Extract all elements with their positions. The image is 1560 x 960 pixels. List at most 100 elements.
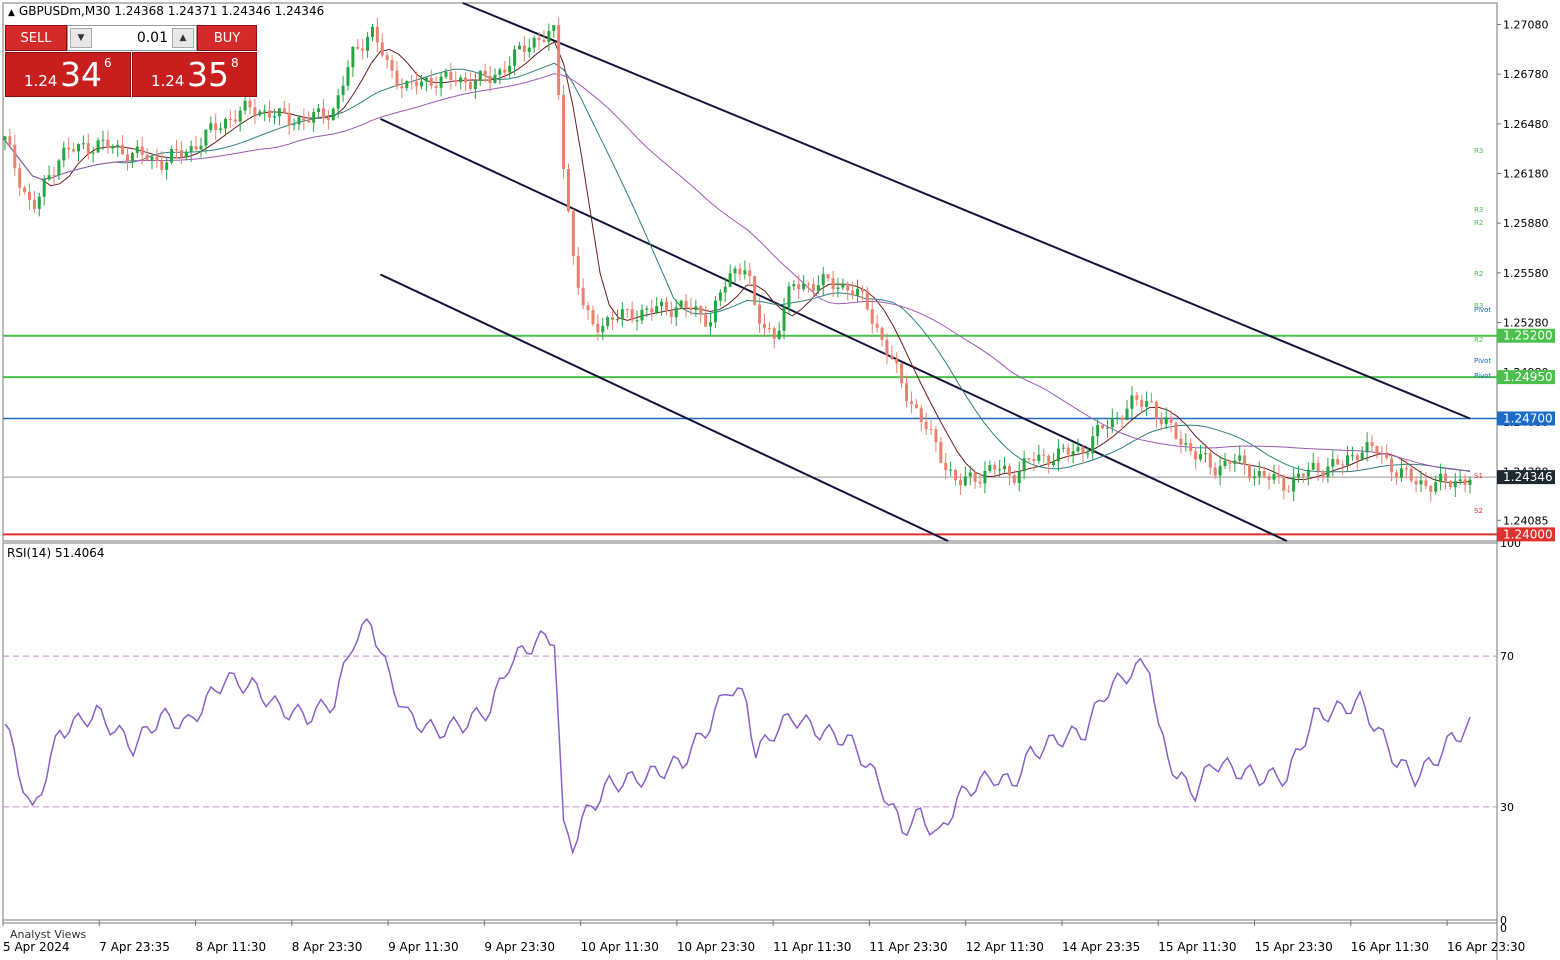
candle-body — [1262, 470, 1266, 477]
sell-button[interactable]: SELL — [5, 25, 67, 51]
candle-body — [738, 268, 742, 275]
candle-body — [846, 283, 850, 291]
candle-body — [655, 306, 659, 313]
candle-body — [856, 288, 860, 296]
candle-body — [1355, 455, 1359, 461]
rsi-title: RSI(14) 51.4064 — [7, 546, 105, 560]
candle-body — [743, 270, 747, 275]
candle-body — [91, 152, 95, 154]
candle-body — [895, 359, 899, 364]
candle-body — [983, 470, 987, 484]
candle-body — [1110, 418, 1114, 428]
candle-body — [1385, 454, 1389, 459]
pivot-label: Pivot — [1474, 357, 1491, 365]
candle-body — [385, 55, 389, 61]
candle-body — [125, 154, 129, 162]
candle-body — [723, 286, 727, 293]
time-tick-label: 9 Apr 11:30 — [388, 940, 459, 954]
candle-body — [831, 278, 835, 289]
candle-body — [18, 168, 22, 188]
candle-body — [1135, 395, 1139, 400]
buy-button[interactable]: BUY — [197, 25, 257, 51]
candle-body — [1150, 401, 1154, 403]
candle-body — [1154, 401, 1158, 419]
candle-body — [1350, 455, 1354, 457]
channel-line-1 — [379, 117, 1288, 542]
candle-body — [522, 45, 526, 52]
candle-body — [1370, 442, 1374, 446]
candle-body — [1223, 460, 1227, 466]
candle-body — [890, 355, 894, 360]
candle-body — [807, 283, 811, 285]
candle-body — [1003, 465, 1007, 470]
candle-body — [400, 86, 404, 89]
candle-body — [356, 46, 360, 49]
pivot-label: S1 — [1474, 472, 1483, 480]
candle-body — [640, 309, 644, 321]
time-tick-label: 12 Apr 11:30 — [966, 940, 1044, 954]
candle-body — [762, 323, 766, 328]
chevron-down-icon[interactable]: ▼ — [70, 28, 92, 48]
analyst-views-label: Analyst Views — [10, 928, 86, 941]
rsi-series-line — [4, 617, 1471, 855]
buy-price-button[interactable]: 1.24 35 8 — [132, 52, 257, 97]
candle-body — [993, 465, 997, 470]
candle-body — [1027, 458, 1031, 460]
time-tick-label: 8 Apr 23:30 — [292, 940, 363, 954]
candle-body — [390, 60, 394, 71]
candle-body — [483, 70, 487, 76]
candle-body — [1130, 395, 1134, 409]
candle-body — [1409, 468, 1413, 481]
candle-body — [586, 305, 590, 311]
lot-size-field[interactable]: ▼ 0.01 ▲ — [67, 25, 197, 51]
candle-body — [67, 147, 71, 150]
candle-body — [1012, 475, 1016, 483]
candle-body — [552, 25, 556, 31]
candle-body — [1169, 417, 1173, 423]
candle-body — [1164, 417, 1168, 425]
candle-body — [880, 327, 884, 340]
candle-body — [189, 146, 193, 152]
candle-body — [1115, 417, 1119, 419]
candle-body — [581, 287, 585, 306]
candle-body — [258, 111, 262, 116]
buy-price-pips: 35 — [187, 55, 229, 94]
candle-body — [802, 283, 806, 290]
chevron-up-icon[interactable]: ▲ — [172, 28, 194, 48]
candle-body — [1458, 479, 1462, 482]
sell-price-button[interactable]: 1.24 34 6 — [5, 52, 131, 97]
candle-body — [1184, 443, 1188, 445]
candle-body — [336, 95, 340, 109]
candle-body — [1404, 468, 1408, 470]
candle-body — [606, 317, 610, 326]
candle-body — [635, 320, 639, 322]
buy-price-fraction: 8 — [231, 56, 239, 70]
candle-body — [777, 330, 781, 339]
lot-size-value[interactable]: 0.01 — [94, 26, 170, 50]
candle-body — [949, 469, 953, 471]
candle-body — [1007, 465, 1011, 476]
rsi-tick-label: 70 — [1500, 650, 1514, 663]
candle-body — [449, 71, 453, 81]
candle-body — [42, 179, 46, 197]
candle-body — [1213, 467, 1217, 476]
time-tick-label: 14 Apr 23:35 — [1062, 940, 1140, 954]
candle-body — [645, 308, 649, 310]
candle-body — [1233, 460, 1237, 464]
candle-body — [772, 328, 776, 339]
candle-body — [513, 49, 517, 66]
candle-body — [1424, 480, 1428, 487]
candle-body — [3, 136, 7, 141]
candle-body — [62, 147, 66, 161]
candle-body — [694, 306, 698, 311]
candle-body — [699, 306, 703, 315]
pivot-label: R2 — [1474, 336, 1483, 344]
candle-body — [1257, 470, 1261, 477]
price-tick-label: 1.27080 — [1503, 19, 1549, 32]
candle-body — [473, 80, 477, 90]
candle-body — [1037, 454, 1041, 461]
candle-body — [816, 285, 820, 291]
candle-body — [223, 118, 227, 129]
candle-body — [72, 149, 76, 152]
candle-body — [375, 26, 379, 43]
